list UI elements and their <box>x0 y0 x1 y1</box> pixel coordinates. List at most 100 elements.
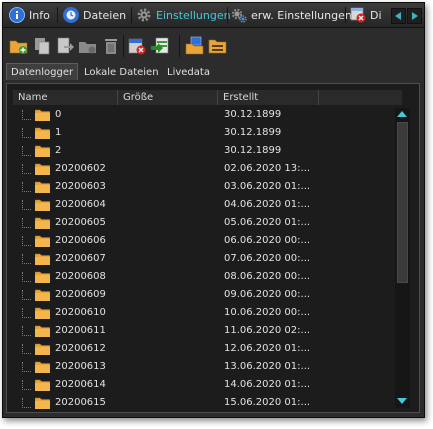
scroll-tabs-right-button[interactable] <box>407 8 422 24</box>
copy-button[interactable] <box>32 36 52 56</box>
file-name: 20200608 <box>55 271 106 282</box>
file-created-date: 30.12.1899 <box>224 127 282 138</box>
folder-icon <box>35 307 50 319</box>
folder-icon <box>35 181 50 193</box>
scroll-down-arrow-icon[interactable] <box>397 398 407 404</box>
toolbar-divider <box>123 35 124 57</box>
folder-settings-icon <box>208 39 227 54</box>
folder-icon <box>35 163 50 175</box>
tree-connector <box>22 182 31 192</box>
folder-icon <box>35 361 50 373</box>
tab-erw-einstellungen-label: erw. Einstellungen <box>251 8 352 22</box>
file-row[interactable]: 20200604 04.06.2020 01:... <box>13 196 393 214</box>
file-created-date: 04.06.2020 01:... <box>224 199 311 210</box>
file-row[interactable]: 20200611 11.06.2020 02:... <box>13 322 393 340</box>
sub-tab-bar: Datenlogger Lokale Dateien Livedata <box>3 63 424 81</box>
tab-erw-einstellungen[interactable]: erw. Einstellungen <box>231 4 352 26</box>
column-header-created[interactable]: Erstellt <box>218 90 319 105</box>
tree-connector <box>22 110 31 120</box>
format-card-button[interactable] <box>127 36 147 56</box>
file-row[interactable]: 20200603 03.06.2020 01:... <box>13 178 393 196</box>
file-row[interactable]: 20200605 05.06.2020 01:... <box>13 214 393 232</box>
tree-connector <box>22 344 31 354</box>
move-button[interactable] <box>55 36 75 56</box>
file-row[interactable]: 20200615 15.06.2020 01:... <box>13 394 393 411</box>
clock-icon <box>63 7 79 23</box>
new-folder-button[interactable] <box>9 36 29 56</box>
file-created-date: 30.12.1899 <box>224 109 282 120</box>
folder-icon <box>35 379 50 391</box>
file-name: 20200602 <box>55 163 106 174</box>
vertical-scrollbar[interactable] <box>395 108 410 408</box>
file-row[interactable]: 20200608 08.06.2020 00:... <box>13 268 393 286</box>
tab-dateien[interactable]: Dateien <box>63 4 126 26</box>
file-name: 20200615 <box>55 397 106 408</box>
delete-icon <box>105 39 117 54</box>
file-row[interactable]: 20200614 14.06.2020 01:... <box>13 376 393 394</box>
folder-action-button[interactable] <box>78 36 98 56</box>
scroll-up-arrow-icon[interactable] <box>397 111 407 117</box>
file-row[interactable]: 20200606 06.06.2020 00:... <box>13 232 393 250</box>
file-name: 20200611 <box>55 325 106 336</box>
file-row[interactable]: 20200602 02.06.2020 13:... <box>13 160 393 178</box>
toolbar-divider <box>179 35 180 57</box>
subtab-datenlogger[interactable]: Datenlogger <box>6 63 79 80</box>
folder-icon <box>35 253 50 265</box>
folder-settings-button[interactable] <box>208 36 228 56</box>
tree-connector <box>22 362 31 372</box>
folder-icon <box>35 109 50 121</box>
folder-icon <box>35 289 50 301</box>
file-name: 2 <box>55 145 62 156</box>
file-name: 20200604 <box>55 199 106 210</box>
file-created-date: 12.06.2020 01:... <box>224 343 311 354</box>
tab-info[interactable]: Info <box>9 4 50 26</box>
tree-connector <box>22 146 31 156</box>
file-row[interactable]: 2 30.12.1899 <box>13 142 393 160</box>
scrollbar-thumb[interactable] <box>397 122 408 283</box>
file-created-date: 11.06.2020 02:... <box>224 325 311 336</box>
folder-icon <box>35 343 50 355</box>
file-created-date: 03.06.2020 01:... <box>224 181 311 192</box>
card-to-folder-button[interactable] <box>185 36 205 56</box>
file-row[interactable]: 20200613 13.06.2020 01:... <box>13 358 393 376</box>
tab-einstellungen-label: Einstellungen <box>156 8 231 22</box>
folder-icon <box>35 199 50 211</box>
tab-divider <box>345 7 346 23</box>
tree-connector <box>22 200 31 210</box>
tree-connector <box>22 218 31 228</box>
file-row[interactable]: 1 30.12.1899 <box>13 124 393 142</box>
tree-connector <box>22 236 31 246</box>
delete-window-icon <box>350 7 366 23</box>
subtab-livedata[interactable]: Livedata <box>167 64 210 80</box>
tab-di-label: Di <box>370 8 382 22</box>
file-row[interactable]: 20200612 12.06.2020 01:... <box>13 340 393 358</box>
file-row[interactable]: 20200610 10.06.2020 00:... <box>13 304 393 322</box>
format-card-icon <box>128 38 146 55</box>
chevron-left-icon <box>395 12 401 20</box>
file-name: 20200606 <box>55 235 106 246</box>
move-icon <box>57 37 74 54</box>
tab-divider <box>131 7 132 23</box>
file-name: 20200610 <box>55 307 106 318</box>
subtab-lokale-dateien[interactable]: Lokale Dateien <box>84 64 159 80</box>
file-name: 20200613 <box>55 361 106 372</box>
column-header-name[interactable]: Name <box>13 90 118 105</box>
scroll-tabs-left-button[interactable] <box>391 8 406 24</box>
export-button[interactable] <box>150 36 170 56</box>
column-header-size[interactable]: Größe <box>118 90 218 105</box>
tree-connector <box>22 290 31 300</box>
folder-icon <box>35 397 50 409</box>
file-name: 1 <box>55 127 62 138</box>
file-row[interactable]: 20200609 09.06.2020 00:... <box>13 286 393 304</box>
file-created-date: 15.06.2020 01:... <box>224 397 311 408</box>
tree-connector <box>22 308 31 318</box>
folder-icon <box>35 145 50 157</box>
tab-di-truncated[interactable]: Di <box>350 4 387 26</box>
tab-einstellungen[interactable]: Einstellungen <box>136 4 231 26</box>
file-row[interactable]: 0 30.12.1899 <box>13 106 393 124</box>
chevron-right-icon <box>412 12 418 20</box>
tab-dateien-label: Dateien <box>83 8 127 22</box>
file-row[interactable]: 20200607 07.06.2020 00:... <box>13 250 393 268</box>
delete-button[interactable] <box>101 36 121 56</box>
folder-icon <box>35 325 50 337</box>
